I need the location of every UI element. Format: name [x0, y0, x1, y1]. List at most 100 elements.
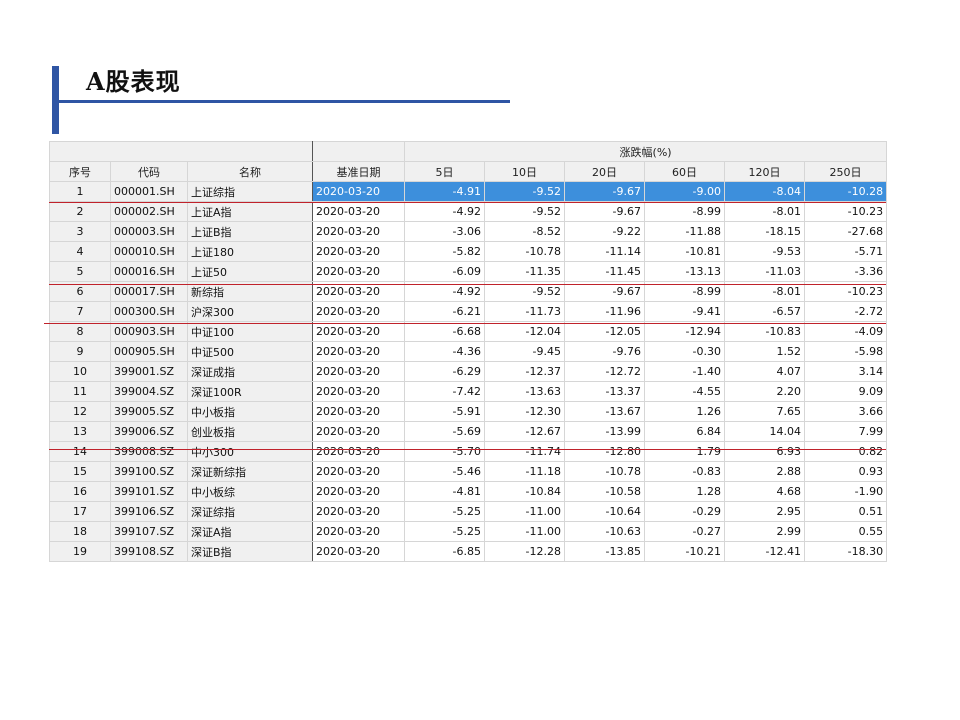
row-change-20d[interactable]: -9.67	[564, 181, 646, 202]
table-row[interactable]: 9 000905.SH 中证500 2020-03-20 -4.36 -9.45 -9.76…	[49, 341, 888, 362]
row-change-250d[interactable]: 3.14	[804, 361, 888, 382]
row-index[interactable]: 2	[49, 201, 111, 222]
row-change-10d[interactable]: -12.04	[484, 321, 566, 342]
col-header-120d[interactable]: 120日	[724, 161, 806, 182]
row-change-60d[interactable]: -9.41	[644, 301, 726, 322]
row-change-250d[interactable]: -27.68	[804, 221, 888, 242]
row-code[interactable]: 000001.SH	[110, 181, 188, 202]
row-change-60d[interactable]: -0.30	[644, 341, 726, 362]
row-change-5d[interactable]: -4.81	[404, 481, 486, 502]
row-code[interactable]: 000010.SH	[110, 241, 188, 262]
col-header-20d[interactable]: 20日	[564, 161, 646, 182]
row-change-60d[interactable]: -10.21	[644, 541, 726, 562]
row-change-60d[interactable]: -1.40	[644, 361, 726, 382]
row-base-date[interactable]: 2020-03-20	[312, 341, 406, 362]
table-row[interactable]: 11 399004.SZ 深证100R 2020-03-20 -7.42 -13.63 -1…	[49, 381, 888, 402]
row-index[interactable]: 4	[49, 241, 111, 262]
row-index[interactable]: 14	[49, 441, 111, 462]
row-name[interactable]: 中小板综	[186, 481, 314, 502]
row-index[interactable]: 18	[49, 521, 111, 542]
row-change-10d[interactable]: -9.52	[484, 201, 566, 222]
row-index[interactable]: 19	[49, 541, 111, 562]
row-change-60d[interactable]: -8.99	[644, 201, 726, 222]
row-base-date[interactable]: 2020-03-20	[312, 401, 406, 422]
col-header-5d[interactable]: 5日	[404, 161, 486, 182]
row-code[interactable]: 000300.SH	[110, 301, 188, 322]
row-change-120d[interactable]: 4.07	[724, 361, 806, 382]
row-base-date[interactable]: 2020-03-20	[312, 381, 406, 402]
row-change-60d[interactable]: -0.83	[644, 461, 726, 482]
row-change-5d[interactable]: -4.92	[404, 201, 486, 222]
row-index[interactable]: 7	[49, 301, 111, 322]
row-base-date[interactable]: 2020-03-20	[312, 321, 406, 342]
row-base-date[interactable]: 2020-03-20	[312, 201, 406, 222]
row-change-5d[interactable]: -3.06	[404, 221, 486, 242]
row-index[interactable]: 1	[49, 181, 111, 202]
row-change-20d[interactable]: -11.45	[564, 261, 646, 282]
row-change-250d[interactable]: -2.72	[804, 301, 888, 322]
row-change-5d[interactable]: -6.09	[404, 261, 486, 282]
row-change-20d[interactable]: -10.64	[564, 501, 646, 522]
row-index[interactable]: 10	[49, 361, 111, 382]
row-change-20d[interactable]: -13.85	[564, 541, 646, 562]
col-header-250d[interactable]: 250日	[804, 161, 888, 182]
row-base-date[interactable]: 2020-03-20	[312, 521, 406, 542]
row-index[interactable]: 15	[49, 461, 111, 482]
row-change-250d[interactable]: 7.99	[804, 421, 888, 442]
row-name[interactable]: 深证综指	[186, 501, 314, 522]
row-base-date[interactable]: 2020-03-20	[312, 241, 406, 262]
row-change-10d[interactable]: -13.63	[484, 381, 566, 402]
row-code[interactable]: 399107.SZ	[110, 521, 188, 542]
row-change-250d[interactable]: 0.82	[804, 441, 888, 462]
row-code[interactable]: 399008.SZ	[110, 441, 188, 462]
row-change-250d[interactable]: -5.71	[804, 241, 888, 262]
table-row[interactable]: 16 399101.SZ 中小板综 2020-03-20 -4.81 -10.84 -10.…	[49, 481, 888, 502]
row-name[interactable]: 深证A指	[186, 521, 314, 542]
row-change-10d[interactable]: -11.74	[484, 441, 566, 462]
row-index[interactable]: 8	[49, 321, 111, 342]
row-name[interactable]: 上证50	[186, 261, 314, 282]
row-base-date[interactable]: 2020-03-20	[312, 441, 406, 462]
row-change-60d[interactable]: 1.26	[644, 401, 726, 422]
col-header-code[interactable]: 代码	[110, 161, 188, 182]
row-index[interactable]: 13	[49, 421, 111, 442]
row-change-10d[interactable]: -9.45	[484, 341, 566, 362]
row-index[interactable]: 16	[49, 481, 111, 502]
row-index[interactable]: 5	[49, 261, 111, 282]
row-name[interactable]: 上证180	[186, 241, 314, 262]
row-change-10d[interactable]: -9.52	[484, 181, 566, 202]
row-change-120d[interactable]: -9.53	[724, 241, 806, 262]
row-change-120d[interactable]: 4.68	[724, 481, 806, 502]
row-change-250d[interactable]: -18.30	[804, 541, 888, 562]
row-name[interactable]: 创业板指	[186, 421, 314, 442]
row-base-date[interactable]: 2020-03-20	[312, 301, 406, 322]
table-row[interactable]: 19 399108.SZ 深证B指 2020-03-20 -6.85 -12.28 -13.…	[49, 541, 888, 562]
row-index[interactable]: 11	[49, 381, 111, 402]
row-change-120d[interactable]: 6.93	[724, 441, 806, 462]
table-row[interactable]: 12 399005.SZ 中小板指 2020-03-20 -5.91 -12.30 -13.…	[49, 401, 888, 422]
row-change-120d[interactable]: 7.65	[724, 401, 806, 422]
row-base-date[interactable]: 2020-03-20	[312, 421, 406, 442]
row-code[interactable]: 399005.SZ	[110, 401, 188, 422]
row-base-date[interactable]: 2020-03-20	[312, 221, 406, 242]
row-change-10d[interactable]: -11.18	[484, 461, 566, 482]
row-change-120d[interactable]: -6.57	[724, 301, 806, 322]
row-change-120d[interactable]: -8.04	[724, 181, 806, 202]
table-row[interactable]: 18 399107.SZ 深证A指 2020-03-20 -5.25 -11.00 -10.…	[49, 521, 888, 542]
row-change-20d[interactable]: -9.76	[564, 341, 646, 362]
row-change-120d[interactable]: -18.15	[724, 221, 806, 242]
row-change-60d[interactable]: -0.27	[644, 521, 726, 542]
row-change-5d[interactable]: -5.91	[404, 401, 486, 422]
table-row[interactable]: 1 000001.SH 上证综指 2020-03-20 -4.91 -9.52 -9.67-…	[49, 181, 888, 202]
row-change-250d[interactable]: 9.09	[804, 381, 888, 402]
row-change-120d[interactable]: 14.04	[724, 421, 806, 442]
row-change-250d[interactable]: -5.98	[804, 341, 888, 362]
row-name[interactable]: 沪深300	[186, 301, 314, 322]
row-change-20d[interactable]: -9.22	[564, 221, 646, 242]
row-change-20d[interactable]: -11.14	[564, 241, 646, 262]
table-row[interactable]: 3 000003.SH 上证B指 2020-03-20 -3.06 -8.52 -9.22-…	[49, 221, 888, 242]
row-change-20d[interactable]: -10.58	[564, 481, 646, 502]
row-name[interactable]: 上证综指	[186, 181, 314, 202]
row-base-date[interactable]: 2020-03-20	[312, 181, 406, 202]
row-change-250d[interactable]: -3.36	[804, 261, 888, 282]
